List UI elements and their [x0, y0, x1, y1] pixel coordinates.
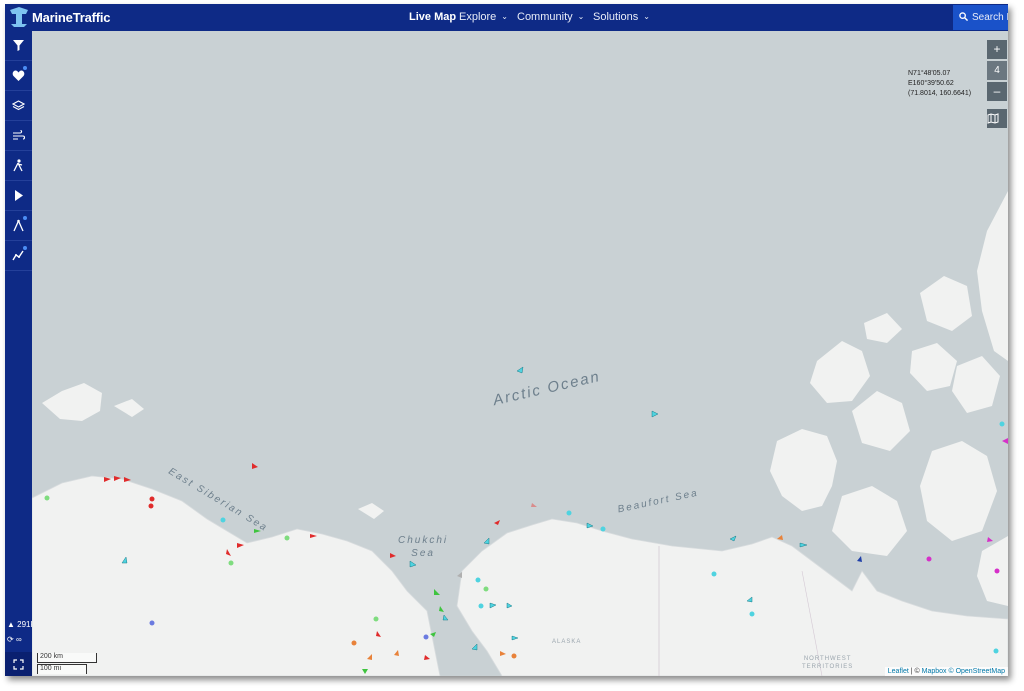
coordinates-readout: N71°48'05.07 E160°39'50.62 (71.8014, 160…	[908, 69, 971, 99]
chart-icon	[12, 250, 24, 261]
nav-community-label: Community	[517, 11, 573, 23]
scale-imperial: 100 mi	[37, 664, 87, 674]
search-box[interactable]: Search M	[953, 5, 1008, 30]
compass-icon	[13, 219, 24, 232]
my-fleets-button[interactable]	[5, 61, 32, 91]
map-type-button[interactable]	[987, 109, 1007, 128]
label-northwest-territories: NORTHWEST TERRITORIES	[802, 656, 854, 670]
wind-icon	[13, 129, 25, 140]
live-indicator-value: ∞	[15, 635, 22, 644]
brand-name[interactable]: MarineTraffic	[32, 10, 111, 25]
measure-button[interactable]	[5, 211, 32, 241]
label-alaska: ALASKA	[552, 639, 582, 645]
refresh-icon: ⟳	[7, 635, 14, 644]
longitude-text: E160°39'50.62	[908, 80, 954, 87]
decimal-coords-text: (71.8014, 160.6641)	[908, 90, 972, 97]
latitude-text: N71°48'05.07	[908, 70, 951, 77]
marinetraffic-logo-icon[interactable]	[7, 6, 31, 28]
map-attribution: Leaflet | © Mapbox © OpenStreetMap	[884, 667, 1008, 676]
playback-button[interactable]	[5, 181, 32, 211]
ship-icon: ▲	[7, 620, 15, 629]
map-icon	[987, 113, 999, 124]
person-icon	[13, 159, 23, 172]
people-button[interactable]	[5, 151, 32, 181]
scale-metric: 200 km	[37, 653, 97, 663]
zoom-in-button[interactable]: +	[987, 40, 1007, 59]
nav-community[interactable]: Community ⌄	[517, 11, 584, 23]
nav-live-map[interactable]: Live Map	[409, 11, 456, 23]
live-map[interactable]: Arctic Ocean East Siberian Sea Beaufort …	[32, 31, 1008, 676]
chevron-down-icon: ⌄	[501, 12, 508, 21]
nav-explore-label: Explore	[459, 11, 497, 23]
sidebar-toolbar: ▲ 291K ⟳ ∞	[5, 31, 36, 676]
nav-solutions[interactable]: Solutions ⌄	[593, 11, 650, 23]
fullscreen-button[interactable]	[5, 652, 32, 676]
map-canvas	[32, 31, 1008, 676]
label-chukchi-sea: Chukchi Sea	[398, 535, 449, 559]
heart-icon	[12, 70, 25, 81]
layers-icon	[12, 100, 25, 111]
analytics-button[interactable]	[5, 241, 32, 271]
mapbox-link[interactable]: Mapbox	[922, 668, 947, 675]
search-icon	[959, 12, 968, 21]
layers-button[interactable]	[5, 91, 32, 121]
scale-bar: 200 km 100 mi	[37, 653, 97, 674]
filter-icon	[13, 40, 24, 51]
weather-button[interactable]	[5, 121, 32, 151]
nav-live-map-label: Live Map	[409, 11, 457, 23]
play-icon	[15, 190, 23, 201]
openstreetmap-link[interactable]: © OpenStreetMap	[948, 668, 1005, 675]
expand-icon	[13, 659, 24, 670]
lock-badge-icon	[23, 66, 27, 70]
chevron-down-icon: ⌄	[577, 12, 585, 21]
live-indicator[interactable]: ⟳ ∞	[7, 635, 22, 644]
app-window: MarineTraffic Live Map Explore ⌄ Communit…	[5, 4, 1008, 676]
lock-badge-icon	[23, 246, 27, 250]
filter-button[interactable]	[5, 31, 32, 61]
nav-solutions-label: Solutions	[593, 11, 639, 23]
leaflet-link[interactable]: Leaflet	[888, 668, 909, 675]
search-placeholder: Search M	[972, 12, 1008, 23]
zoom-level: 4	[987, 61, 1007, 80]
chevron-down-icon: ⌄	[643, 12, 650, 21]
nav-explore[interactable]: Explore ⌄	[459, 11, 508, 23]
top-navigation-bar: MarineTraffic Live Map Explore ⌄ Communit…	[5, 4, 1008, 31]
attribution-separator: | ©	[908, 668, 922, 675]
lock-badge-icon	[23, 216, 27, 220]
zoom-out-button[interactable]: –	[987, 82, 1007, 101]
